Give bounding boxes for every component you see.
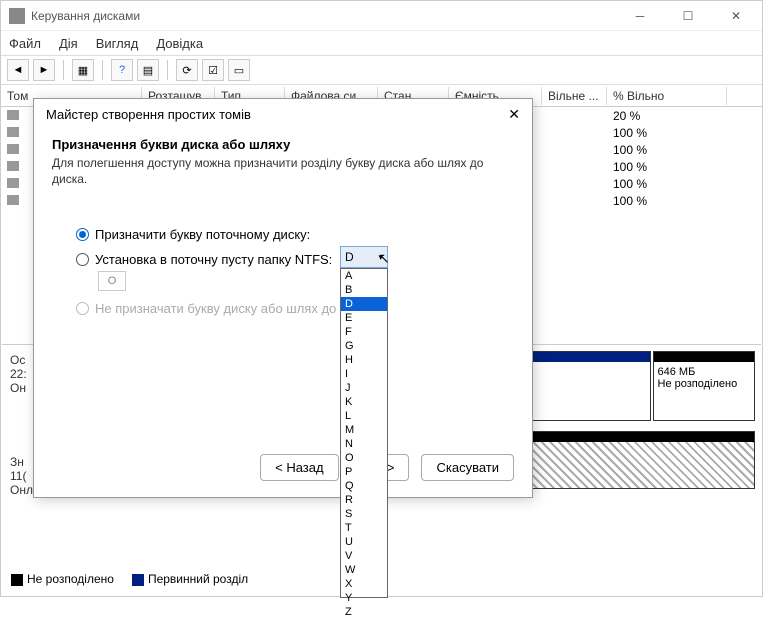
menu-help[interactable]: Довідка	[156, 36, 203, 51]
combo-value: D	[345, 250, 354, 264]
dropdown-item[interactable]: D	[341, 297, 387, 311]
dropdown-item[interactable]: I	[341, 367, 387, 381]
maximize-button[interactable]: ☐	[670, 4, 706, 28]
partition-unalloc[interactable]: 646 МБ Не розподілено	[653, 351, 756, 421]
menu-view[interactable]: Вигляд	[96, 36, 139, 51]
dropdown-item[interactable]: V	[341, 549, 387, 563]
radio-icon	[76, 228, 89, 241]
legend-unalloc: Не розподілено	[27, 572, 114, 586]
refresh-icon[interactable]: ⟳	[176, 59, 198, 81]
dropdown-item[interactable]: Z	[341, 605, 387, 619]
tool-props-icon[interactable]: ▭	[228, 59, 250, 81]
radio-icon	[76, 253, 89, 266]
col-pctfree[interactable]: % Вільно	[607, 87, 727, 105]
toolbar: ◄ ► ▦ ? ▤ ⟳ ☑ ▭	[1, 55, 762, 85]
legend-primary-swatch	[132, 574, 144, 586]
help-icon[interactable]: ?	[111, 59, 133, 81]
browse-button: О	[98, 271, 126, 291]
legend: Не розподілено Первинний розділ	[11, 572, 248, 586]
menubar: Файл Дія Вигляд Довідка	[1, 31, 762, 55]
radio-mount-folder[interactable]: Установка в поточну пусту папку NTFS:	[76, 252, 514, 267]
back-button[interactable]: ◄	[7, 59, 29, 81]
dropdown-item[interactable]: Y	[341, 591, 387, 605]
dropdown-item[interactable]: B	[341, 283, 387, 297]
dialog-title: Майстер створення простих томів	[46, 107, 251, 122]
radio-assign-letter[interactable]: Призначити букву поточному диску:	[76, 227, 514, 242]
divider	[102, 60, 103, 80]
cancel-button[interactable]: Скасувати	[421, 454, 514, 481]
radio-icon	[76, 302, 89, 315]
window-title: Керування дисками	[31, 9, 622, 23]
forward-button[interactable]: ►	[33, 59, 55, 81]
dropdown-item[interactable]: X	[341, 577, 387, 591]
titlebar: Керування дисками ─ ☐ ✕	[1, 1, 762, 31]
part2-size: 646 МБ	[658, 366, 751, 378]
mouse-cursor-icon: ↖	[378, 250, 390, 267]
part2-status: Не розподілено	[658, 378, 751, 390]
legend-primary: Первинний розділ	[148, 572, 248, 586]
dropdown-item[interactable]: Q	[341, 479, 387, 493]
wizard-dialog: Майстер створення простих томів ✕ Призна…	[33, 98, 533, 498]
menu-file[interactable]: Файл	[9, 36, 41, 51]
tool-check-icon[interactable]: ☑	[202, 59, 224, 81]
divider	[167, 60, 168, 80]
back-button[interactable]: < Назад	[260, 454, 338, 481]
dropdown-item[interactable]: L	[341, 409, 387, 423]
dialog-titlebar: Майстер створення простих томів ✕	[34, 99, 532, 129]
radio-assign-label: Призначити букву поточному диску:	[95, 227, 310, 242]
dropdown-item[interactable]: T	[341, 521, 387, 535]
radio-noassign-label: Не призначати букву диску або шлях до ди…	[95, 301, 374, 316]
dialog-heading: Призначення букви диска або шляху	[52, 137, 514, 152]
radio-no-assign: Не призначати букву диску або шлях до ди…	[76, 301, 514, 316]
dropdown-item[interactable]: O	[341, 451, 387, 465]
dropdown-item[interactable]: W	[341, 563, 387, 577]
dropdown-item[interactable]: N	[341, 437, 387, 451]
dropdown-item[interactable]: J	[341, 381, 387, 395]
dropdown-item[interactable]: P	[341, 465, 387, 479]
legend-unalloc-swatch	[11, 574, 23, 586]
dropdown-item[interactable]: M	[341, 423, 387, 437]
dialog-description: Для полегшення доступу можна призначити …	[52, 156, 514, 187]
dropdown-item[interactable]: R	[341, 493, 387, 507]
drive-letter-dropdown[interactable]: ABDEFGHIJKLMNOPQRSTUVWXYZ	[340, 268, 388, 598]
dropdown-item[interactable]: E	[341, 311, 387, 325]
tool-grid-icon[interactable]: ▦	[72, 59, 94, 81]
menu-action[interactable]: Дія	[59, 36, 78, 51]
app-icon	[9, 8, 25, 24]
radio-mount-label: Установка в поточну пусту папку NTFS:	[95, 252, 332, 267]
col-free[interactable]: Вільне ...	[542, 87, 607, 105]
minimize-button[interactable]: ─	[622, 4, 658, 28]
dropdown-item[interactable]: U	[341, 535, 387, 549]
dropdown-item[interactable]: G	[341, 339, 387, 353]
tool-list-icon[interactable]: ▤	[137, 59, 159, 81]
dropdown-item[interactable]: A	[341, 269, 387, 283]
close-button[interactable]: ✕	[718, 4, 754, 28]
dropdown-item[interactable]: F	[341, 325, 387, 339]
divider	[63, 60, 64, 80]
dropdown-item[interactable]: H	[341, 353, 387, 367]
dropdown-item[interactable]: K	[341, 395, 387, 409]
dropdown-item[interactable]: S	[341, 507, 387, 521]
dialog-close-button[interactable]: ✕	[508, 106, 520, 123]
partition-header	[654, 352, 755, 362]
